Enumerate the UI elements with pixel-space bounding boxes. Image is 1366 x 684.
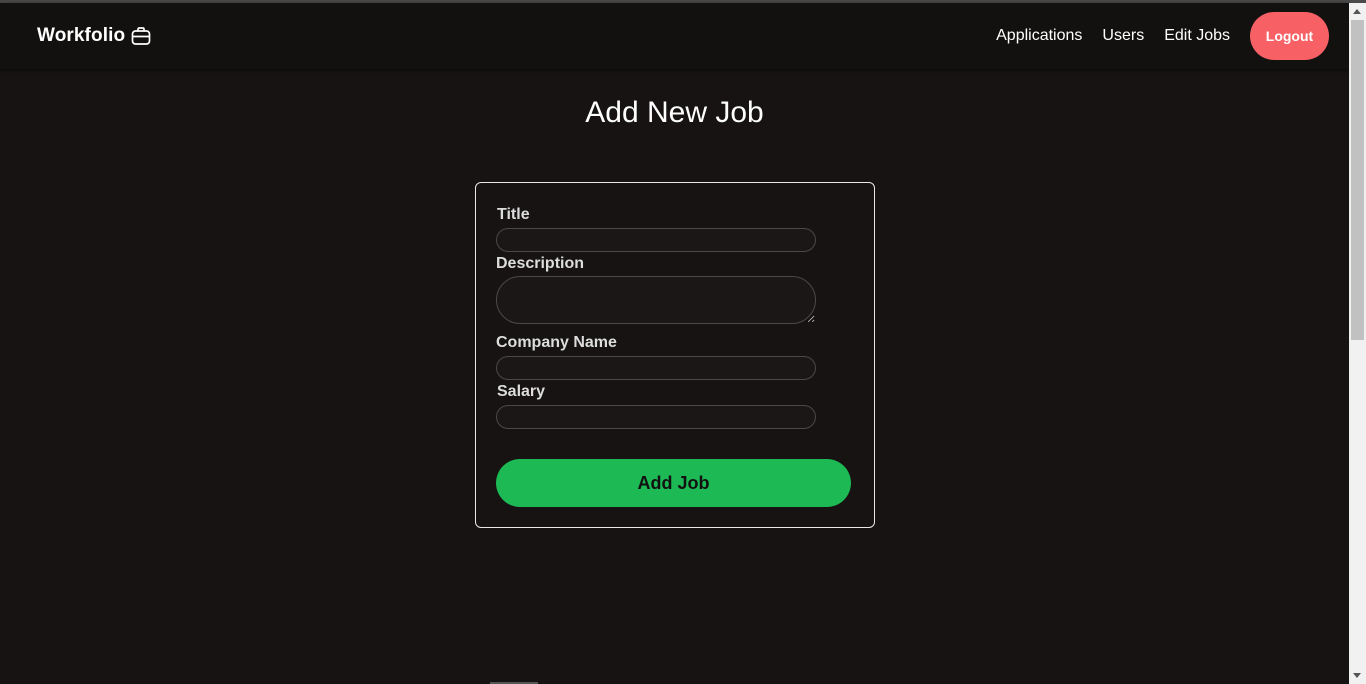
company-name-label: Company Name [496,334,617,351]
add-job-form: Title Description Company Name Salary Ad… [475,182,875,528]
nav-link-users[interactable]: Users [1102,27,1144,45]
logout-button[interactable]: Logout [1250,12,1329,60]
page-title: Add New Job [585,96,764,129]
scroll-up-arrow-icon[interactable] [1353,9,1361,14]
scrollbar-thumb[interactable] [1351,20,1364,340]
briefcase-icon [131,26,151,46]
nav-link-edit-jobs[interactable]: Edit Jobs [1164,27,1230,45]
salary-input[interactable] [496,405,816,429]
scroll-down-arrow-icon[interactable] [1353,673,1361,678]
nav-links: Applications Users Edit Jobs Logout [976,12,1329,60]
navbar: Workfolio Applications Users Edit Jobs L… [0,3,1349,69]
brand[interactable]: Workfolio [37,25,151,47]
company-name-input[interactable] [496,356,816,380]
nav-link-applications[interactable]: Applications [996,27,1082,45]
salary-label: Salary [497,383,546,400]
title-label: Title [497,206,530,223]
brand-name: Workfolio [37,25,126,46]
description-label: Description [496,255,585,272]
add-job-button[interactable]: Add Job [496,459,851,507]
title-input[interactable] [496,228,816,252]
description-textarea[interactable] [496,276,816,324]
vertical-scrollbar[interactable] [1349,3,1366,684]
